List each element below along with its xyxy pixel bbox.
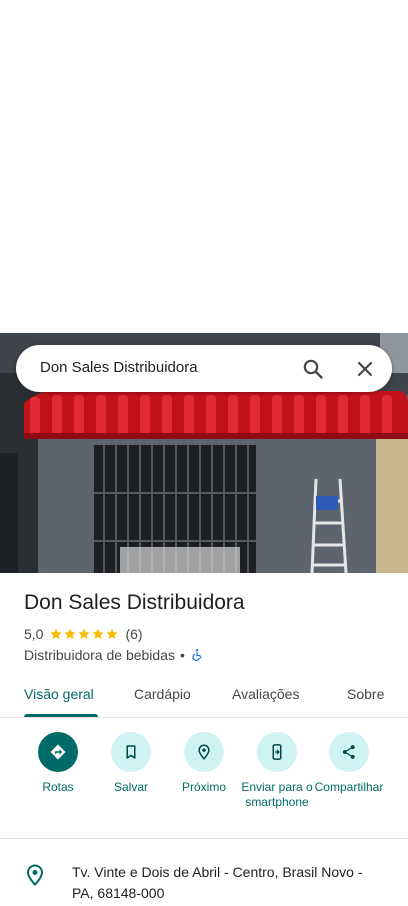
separator-dot: •	[179, 647, 185, 663]
nearby-button[interactable]: Próximo	[166, 732, 242, 795]
star-icon	[106, 628, 119, 639]
rating-value: 5,0	[24, 626, 44, 642]
send-to-phone-icon	[257, 732, 297, 772]
place-category: Distribuidora de bebidas	[24, 647, 175, 663]
star-icon	[64, 628, 77, 639]
directions-icon	[38, 732, 78, 772]
bookmark-icon	[111, 732, 151, 772]
nearby-icon	[184, 732, 224, 772]
close-icon[interactable]	[353, 357, 377, 381]
star-icon	[92, 628, 105, 639]
address-text: Tv. Vinte e Dois de Abril - Centro, Bras…	[72, 864, 363, 901]
directions-button[interactable]: Rotas	[20, 732, 96, 795]
star-icon	[78, 628, 91, 639]
wheelchair-icon	[192, 649, 202, 661]
search-input[interactable]: Don Sales Distribuidora	[40, 359, 198, 376]
tab-menu[interactable]: Cardápio	[134, 686, 191, 702]
directions-label: Rotas	[42, 780, 74, 794]
location-pin-icon	[26, 864, 44, 886]
place-tabs: Visão geral Cardápio Avaliações Sobre	[0, 672, 408, 718]
category-row: Distribuidora de bebidas •	[24, 646, 204, 664]
reviews-count[interactable]: (6)	[125, 626, 142, 642]
active-tab-indicator	[24, 714, 98, 717]
tab-overview[interactable]: Visão geral	[24, 686, 94, 702]
place-title: Don Sales Distribuidora	[24, 591, 245, 614]
address-row[interactable]: Tv. Vinte e Dois de Abril - Centro, Bras…	[0, 858, 408, 906]
action-buttons: Rotas Salvar Próximo Enviar para o smart…	[0, 728, 408, 828]
search-bar[interactable]: Don Sales Distribuidora	[16, 345, 392, 392]
tab-reviews[interactable]: Avaliações	[232, 686, 299, 702]
save-button[interactable]: Salvar	[93, 732, 169, 795]
nearby-label: Próximo	[181, 780, 226, 794]
section-divider	[0, 838, 408, 839]
map-blank-area	[0, 0, 408, 333]
tab-about[interactable]: Sobre	[347, 686, 384, 702]
send-to-phone-label: Enviar para o smartphone	[241, 780, 313, 809]
search-icon[interactable]	[301, 357, 325, 381]
share-icon	[329, 732, 369, 772]
save-label: Salvar	[113, 780, 148, 794]
rating-row[interactable]: 5,0 (6)	[24, 625, 143, 643]
star-icon	[50, 628, 63, 639]
rating-stars	[49, 627, 119, 641]
share-button[interactable]: Compartilhar	[311, 732, 387, 795]
share-label: Compartilhar	[314, 780, 384, 794]
send-to-phone-button[interactable]: Enviar para o smartphone	[239, 732, 315, 810]
